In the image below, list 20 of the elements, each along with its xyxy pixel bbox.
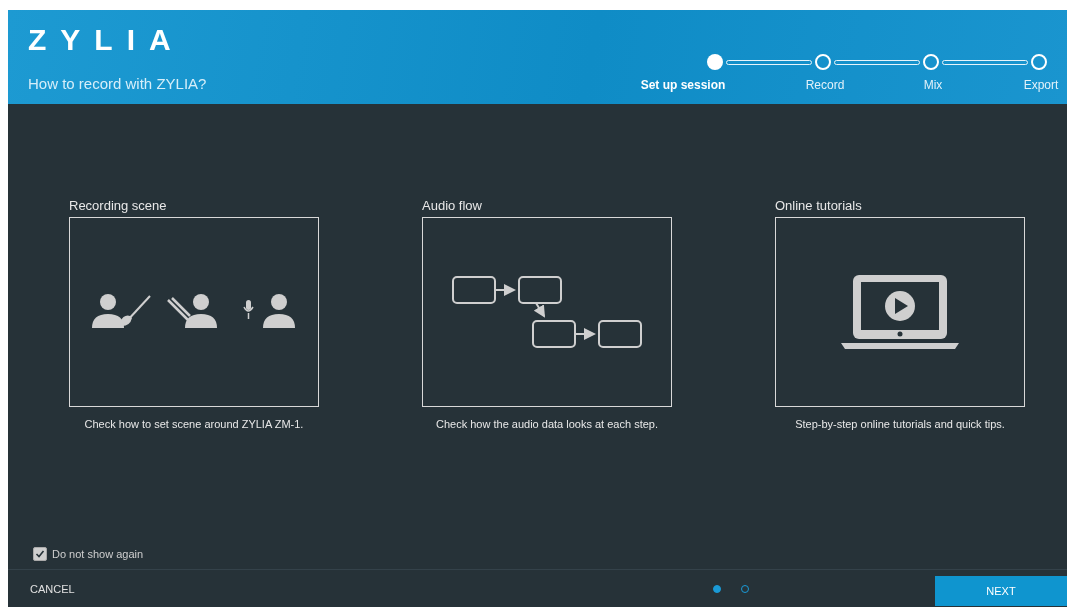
checkbox-label[interactable]: Do not show again [52, 548, 144, 560]
step-label: Export [1022, 78, 1060, 92]
card-title: Recording scene [69, 198, 168, 213]
card-frame[interactable] [69, 217, 319, 407]
card-caption: Check how to set scene around ZYLIA ZM-1. [83, 418, 305, 430]
cancel-button[interactable]: CANCEL [8, 582, 97, 595]
card-frame[interactable] [775, 217, 1025, 407]
step-label: Record [804, 78, 846, 92]
card-title: Audio flow [422, 198, 483, 213]
logo: ZYLIA [28, 25, 186, 55]
step-label: Set up session [640, 78, 726, 92]
card-frame[interactable] [422, 217, 672, 407]
card-caption: Check how the audio data looks at each step. [435, 418, 659, 430]
subtitle: How to record with ZYLIA? [28, 75, 207, 92]
card-title: Online tutorials [775, 198, 863, 213]
page-indicator-dot[interactable] [712, 584, 721, 593]
card-caption: Step-by-step online tutorials and quick tips. [794, 418, 1006, 430]
step-label: Mix [922, 78, 944, 92]
laptop-play-icon [841, 273, 959, 351]
checkbox[interactable] [33, 547, 47, 561]
